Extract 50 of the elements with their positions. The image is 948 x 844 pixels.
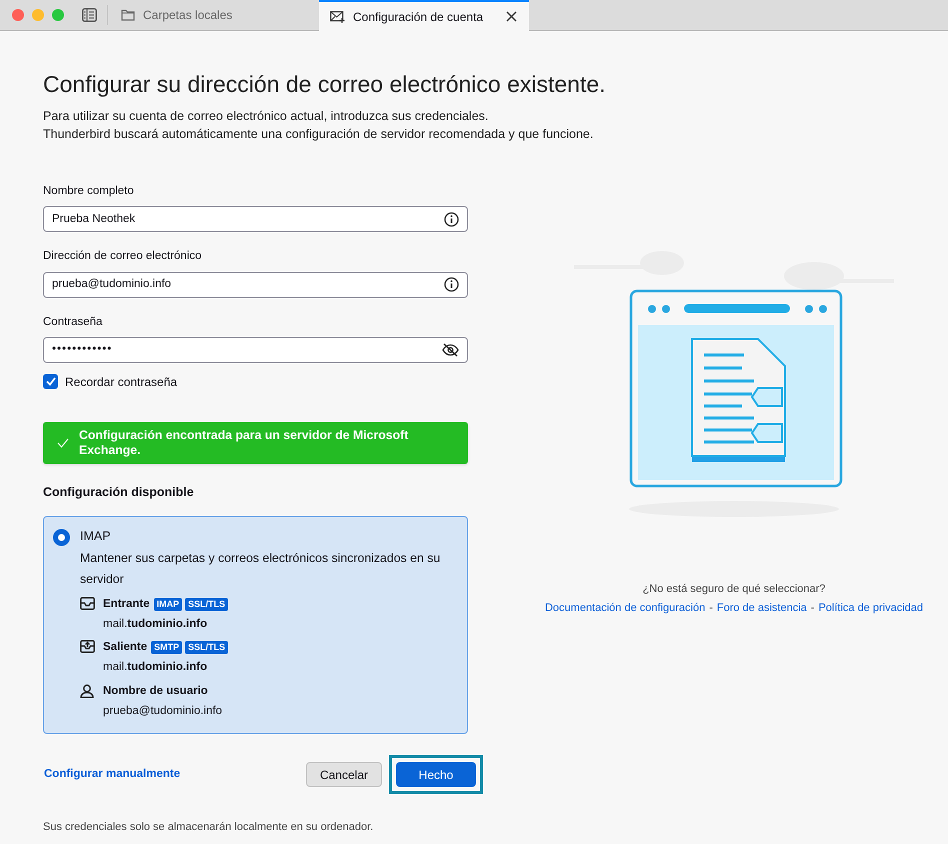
user-icon <box>80 684 94 698</box>
cancel-button[interactable]: Cancelar <box>306 762 382 787</box>
intro-text: Para utilizar su cuenta de correo electrónico actual, introduzca sus credenciales. <box>43 108 490 125</box>
field-label: Dirección de correo electrónico <box>43 249 203 264</box>
inbox-icon <box>80 596 95 610</box>
link-separator: - <box>810 600 814 616</box>
field-label: Nombre completo <box>43 184 135 199</box>
option-name: IMAP <box>80 528 112 544</box>
info-icon[interactable] <box>444 212 459 227</box>
help-link[interactable]: Foro de asistencia <box>716 600 807 616</box>
help-question: ¿No está seguro de qué seleccionar? <box>642 582 826 597</box>
hidden-eye-icon[interactable] <box>442 342 459 357</box>
radio-button[interactable] <box>53 528 70 546</box>
server-label: Saliente <box>103 640 148 655</box>
privacy-note: Sus credenciales solo se almacenarán localmente en su ordenador. <box>43 820 374 835</box>
server-value: prueba@tudominio.info <box>103 704 222 719</box>
imap-option-card[interactable] <box>43 516 468 734</box>
server-label: Entrante <box>103 596 150 612</box>
input-field[interactable]: Prueba Neothek <box>43 206 468 232</box>
server-label: Nombre de usuario <box>103 684 208 698</box>
help-link[interactable]: Política de privacidad <box>818 600 923 616</box>
page-heading: Configurar su dirección de correo electrónico existente. <box>43 70 607 99</box>
protocol-tag: SSL/TLS <box>185 598 228 611</box>
protocol-tag: SSL/TLS <box>185 641 228 654</box>
protocol-tag: SMTP <box>151 641 182 654</box>
remember-password-checkbox[interactable] <box>43 374 58 390</box>
server-value: mail.tudominio.info <box>103 616 208 632</box>
password-field[interactable]: •••••••••••• <box>43 336 468 363</box>
done-button[interactable]: Hecho <box>396 762 476 787</box>
outbox-icon <box>80 640 95 653</box>
remember-password-label: Recordar contraseña <box>65 374 178 391</box>
success-message: Configuración encontrada para un servidor de Microsoft Exchange. <box>79 428 410 458</box>
field-label: Contraseña <box>43 314 104 330</box>
input-field[interactable]: prueba@tudominio.info <box>43 272 468 298</box>
section-heading: Configuración disponible <box>43 484 195 501</box>
info-icon[interactable] <box>444 277 459 292</box>
tab[interactable]: Carpetas locales <box>109 0 319 30</box>
sidebar-toggle-icon[interactable] <box>82 8 97 22</box>
close-icon[interactable] <box>506 11 517 22</box>
intro-text: Thunderbird buscará automáticamente una configuración de servidor recomendada y que funcione. <box>43 126 594 143</box>
protocol-tag: IMAP <box>154 598 182 611</box>
link-separator: - <box>709 600 713 616</box>
option-description: Mantener sus carpetas y correos electrónicos sincronizados en su servidor <box>80 550 442 588</box>
check-icon <box>57 438 69 448</box>
server-value: mail.tudominio.info <box>103 660 208 676</box>
tab[interactable]: Configuración de cuenta <box>319 0 529 31</box>
folder-icon <box>121 9 135 21</box>
envelope-plus-icon <box>330 10 345 22</box>
help-link[interactable]: Documentación de configuración <box>544 600 706 616</box>
manual-config-link[interactable]: Configurar manualmente <box>43 766 180 784</box>
